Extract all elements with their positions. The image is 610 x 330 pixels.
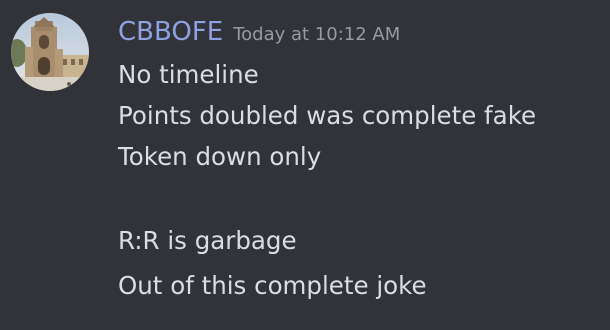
message-header: CBBOFE Today at 10:12 AM [118,14,400,50]
message-line: R:R is garbage [118,226,297,255]
chat-message: CBBOFE Today at 10:12 AM No timeline Poi… [0,0,610,330]
message-line: Out of this complete joke [118,271,427,300]
timestamp[interactable]: Today at 10:12 AM [233,17,400,53]
username[interactable]: CBBOFE [118,14,223,50]
message-line: Token down only [118,142,322,171]
message-line: No timeline [118,60,259,89]
avatar[interactable] [11,13,89,91]
message-line: Points doubled was complete fake [118,101,537,130]
cathedral-photo-icon [11,13,89,91]
